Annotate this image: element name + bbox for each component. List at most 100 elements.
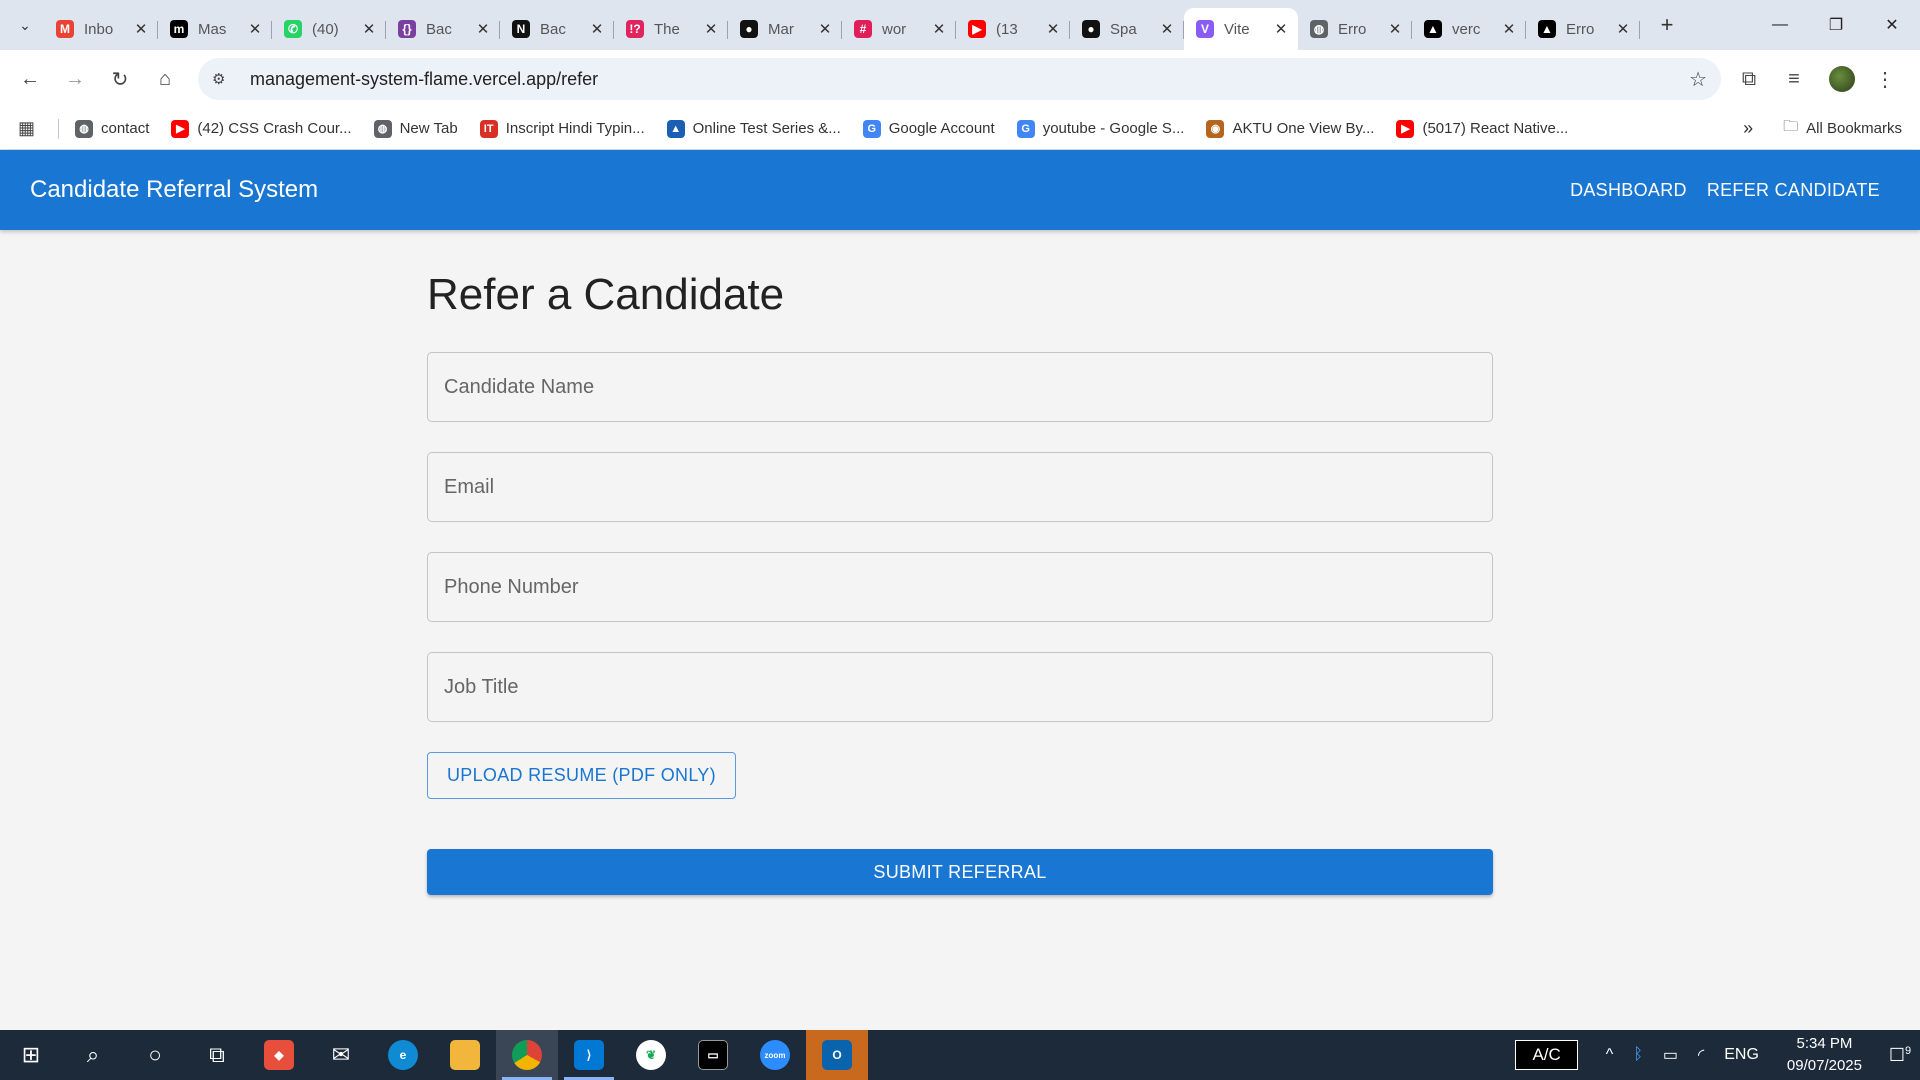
search-button[interactable]: ⌕: [62, 1030, 124, 1080]
vscode-app-button[interactable]: ⟩: [558, 1030, 620, 1080]
job-title-input[interactable]: [444, 675, 1476, 699]
new-tab-button[interactable]: +: [1652, 10, 1682, 40]
profile-avatar[interactable]: [1829, 66, 1855, 92]
menu-button[interactable]: ⋮: [1865, 59, 1905, 99]
email-field[interactable]: [427, 452, 1493, 522]
bookmark-item[interactable]: ◉ AKTU One View By...: [1206, 119, 1374, 138]
bluetooth-icon[interactable]: ᛒ: [1633, 1046, 1643, 1064]
upload-resume-button[interactable]: UPLOAD RESUME (PDF ONLY): [427, 752, 736, 799]
bookmark-item[interactable]: ◍ contact: [75, 119, 149, 138]
extensions-button[interactable]: ⧉: [1729, 59, 1769, 99]
outlook-icon: O: [822, 1040, 852, 1070]
close-tab-icon[interactable]: ✕: [588, 20, 606, 38]
bookmark-item[interactable]: ▶ (42) CSS Crash Cour...: [171, 119, 352, 138]
phone-field[interactable]: [427, 552, 1493, 622]
chrome-app-button[interactable]: [496, 1030, 558, 1080]
all-bookmarks-button[interactable]: All Bookmarks: [1806, 120, 1902, 137]
bookmark-item[interactable]: G Google Account: [862, 119, 995, 138]
bookmarks-bar: ▦ ◍ contact ▶ (42) CSS Crash Cour... ◍ New Ta…: [0, 108, 1920, 150]
close-tab-icon[interactable]: ✕: [702, 20, 720, 38]
close-tab-icon[interactable]: ✕: [816, 20, 834, 38]
address-bar[interactable]: ⚙ management-system-flame.vercel.app/ref…: [198, 58, 1721, 100]
close-tab-icon[interactable]: ✕: [1500, 20, 1518, 38]
browser-tab[interactable]: M Inbo ✕: [44, 8, 158, 50]
git-app-button[interactable]: ◆: [248, 1030, 310, 1080]
close-tab-icon[interactable]: ✕: [930, 20, 948, 38]
bookmark-item[interactable]: ◍ New Tab: [373, 119, 458, 138]
tab-list: M Inbo ✕ m Mas ✕ ✆ (40) ✕{} Bac ✕ N Bac ✕!? The ✕ ● Mar ✕ #…: [44, 0, 1640, 50]
forward-button[interactable]: →: [55, 59, 95, 99]
clock[interactable]: 5:34 PM 09/07/2025: [1787, 1033, 1862, 1077]
battery-icon[interactable]: ▭: [1663, 1045, 1678, 1065]
apps-grid-icon[interactable]: ▦: [18, 118, 42, 139]
chevron-double-right-icon[interactable]: »: [1743, 118, 1753, 139]
close-tab-icon[interactable]: ✕: [1614, 20, 1632, 38]
browser-tab[interactable]: m Mas ✕: [158, 8, 272, 50]
browser-tab[interactable]: # wor ✕: [842, 8, 956, 50]
browser-tab[interactable]: ◍ Erro ✕: [1298, 8, 1412, 50]
browser-tab[interactable]: !? The ✕: [614, 8, 728, 50]
start-button[interactable]: ⊞: [0, 1030, 62, 1080]
candidate-name-field[interactable]: [427, 352, 1493, 422]
outlook-app-button[interactable]: O: [806, 1030, 868, 1080]
tab-search-button[interactable]: ⌄: [6, 6, 44, 44]
close-tab-icon[interactable]: ✕: [246, 20, 264, 38]
close-tab-icon[interactable]: ✕: [132, 20, 150, 38]
cortana-button[interactable]: ○: [124, 1030, 186, 1080]
restore-button[interactable]: ❐: [1808, 0, 1864, 50]
browser-tab[interactable]: ▲ Erro ✕: [1526, 8, 1640, 50]
edge-app-button[interactable]: e: [372, 1030, 434, 1080]
media-controls-button[interactable]: ≡: [1774, 59, 1814, 99]
plus-icon: +: [1660, 12, 1674, 37]
wifi-icon[interactable]: ◜: [1698, 1045, 1704, 1065]
close-tab-icon[interactable]: ✕: [474, 20, 492, 38]
browser-tab[interactable]: ▲ verc ✕: [1412, 8, 1526, 50]
mail-app-button[interactable]: ✉: [310, 1030, 372, 1080]
task-view-button[interactable]: ⧉: [186, 1030, 248, 1080]
email-input[interactable]: [444, 475, 1476, 499]
notification-center-button[interactable]: ☐9: [1880, 1045, 1920, 1066]
close-tab-icon[interactable]: ✕: [1158, 20, 1176, 38]
browser-tab[interactable]: ● Spa ✕: [1070, 8, 1184, 50]
refer-form: Refer a Candidate UPLOAD RESUME (PDF ONL…: [427, 230, 1493, 895]
mongodb-app-button[interactable]: ❦: [620, 1030, 682, 1080]
language-indicator[interactable]: ENG: [1724, 1046, 1759, 1064]
google-icon: G: [1016, 119, 1035, 138]
browser-tab[interactable]: V Vite ✕: [1184, 8, 1298, 50]
submit-referral-button[interactable]: SUBMIT REFERRAL: [427, 849, 1493, 895]
terminal-app-button[interactable]: ▭: [682, 1030, 744, 1080]
zoom-app-button[interactable]: zoom: [744, 1030, 806, 1080]
site-info-icon[interactable]: ⚙: [212, 70, 236, 88]
chevron-up-icon[interactable]: ^: [1606, 1046, 1614, 1064]
close-window-button[interactable]: ✕: [1864, 0, 1920, 50]
nav-dashboard-button[interactable]: DASHBOARD: [1560, 172, 1697, 209]
browser-tab[interactable]: ▶ (13 ✕: [956, 8, 1070, 50]
tab-title: Erro: [1338, 20, 1367, 38]
browser-tab[interactable]: {} Bac ✕: [386, 8, 500, 50]
browser-tab[interactable]: N Bac ✕: [500, 8, 614, 50]
nav-refer-candidate-button[interactable]: REFER CANDIDATE: [1697, 172, 1890, 209]
reload-button[interactable]: ↻: [100, 59, 140, 99]
close-tab-icon[interactable]: ✕: [360, 20, 378, 38]
browser-tab[interactable]: ✆ (40) ✕: [272, 8, 386, 50]
close-tab-icon[interactable]: ✕: [1386, 20, 1404, 38]
bookmark-star-icon[interactable]: ☆: [1689, 67, 1707, 92]
file-explorer-button[interactable]: [434, 1030, 496, 1080]
close-tab-icon[interactable]: ✕: [1044, 20, 1062, 38]
bookmark-item[interactable]: IT Inscript Hindi Typin...: [479, 119, 645, 138]
phone-input[interactable]: [444, 575, 1476, 599]
close-tab-icon[interactable]: ✕: [1272, 20, 1290, 38]
job-title-field[interactable]: [427, 652, 1493, 722]
back-button[interactable]: ←: [10, 59, 50, 99]
bookmark-item[interactable]: Gyoutube - Google S...: [1016, 119, 1185, 138]
bookmark-item[interactable]: ▲ Online Test Series &...: [666, 119, 841, 138]
bookmark-label: youtube - Google S...: [1042, 120, 1185, 137]
url-text[interactable]: management-system-flame.vercel.app/refer: [250, 69, 1689, 90]
bookmark-item[interactable]: ▶ (5017) React Native...: [1396, 119, 1568, 138]
globe-icon: ◍: [373, 119, 392, 138]
home-button[interactable]: ⌂: [145, 59, 185, 99]
browser-tab[interactable]: ● Mar ✕: [728, 8, 842, 50]
candidate-name-input[interactable]: [444, 375, 1476, 399]
ac-indicator[interactable]: A/C: [1515, 1040, 1578, 1070]
minimize-button[interactable]: —: [1752, 0, 1808, 50]
